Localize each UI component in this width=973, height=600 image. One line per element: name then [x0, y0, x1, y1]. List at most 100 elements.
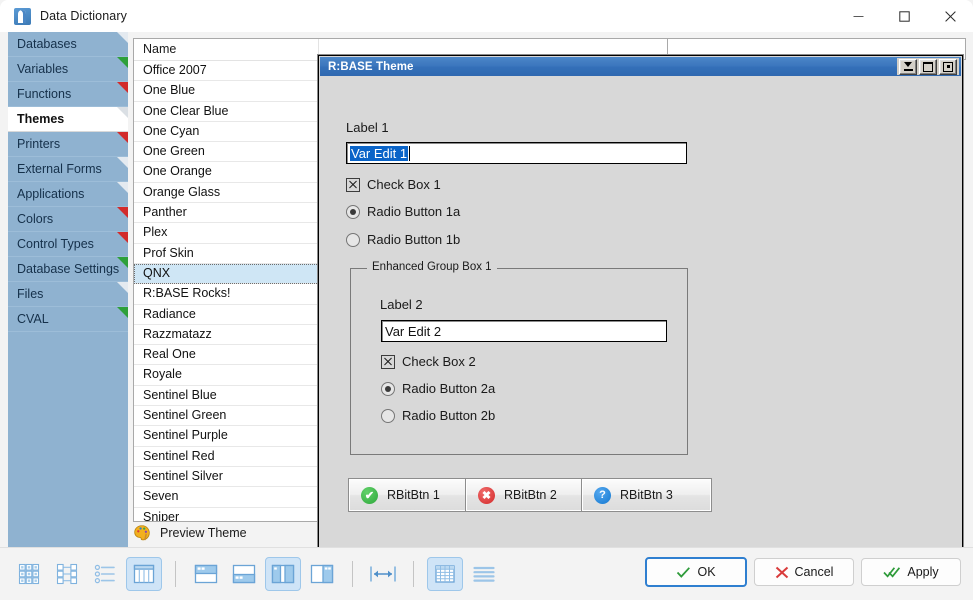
sidebar-item-databases[interactable]: Databases — [8, 32, 128, 57]
maximize-button[interactable] — [881, 0, 927, 32]
status-marker-icon — [117, 107, 128, 118]
sidebar-item-database-settings[interactable]: Database Settings — [8, 257, 128, 282]
sidebar-item-external-forms[interactable]: External Forms — [8, 157, 128, 182]
rbase-theme-dialog: R:BASE Theme Label 1 Var Edit 1 Check Bo… — [318, 55, 963, 550]
toolbar-separator — [352, 561, 353, 587]
sidebar-item-label: Applications — [17, 187, 85, 201]
radio-button-1a[interactable]: Radio Button 1a — [346, 204, 460, 219]
layout-top-panel-icon[interactable] — [189, 558, 223, 590]
sidebar-item-label: Colors — [17, 212, 54, 226]
sidebar-item-functions[interactable]: Functions — [8, 82, 128, 107]
cancel-button-label: Cancel — [794, 565, 834, 579]
cancel-button[interactable]: Cancel — [754, 558, 854, 586]
radio-button-1a-label: Radio Button 1a — [367, 204, 461, 219]
sidebar-item-label: CVAL — [17, 312, 49, 326]
status-marker-icon — [117, 282, 128, 293]
layout-left-panel-icon[interactable] — [265, 557, 301, 591]
window-titlebar: Data Dictionary — [0, 0, 973, 32]
apply-button-label: Apply — [907, 565, 939, 579]
status-marker-icon — [117, 307, 128, 318]
layout-bottom-panel-icon[interactable] — [227, 558, 261, 590]
check-circle-icon: ✔ — [361, 486, 378, 504]
radio-button-2b[interactable]: Radio Button 2b — [381, 408, 495, 423]
cross-circle-icon: ✖ — [478, 486, 495, 504]
dialog-titlebar[interactable]: R:BASE Theme — [320, 57, 961, 76]
status-marker-icon — [117, 32, 128, 43]
dialog-action-buttons: OK Cancel Apply — [645, 557, 961, 587]
status-marker-icon — [117, 182, 128, 193]
text-caret — [409, 145, 411, 161]
sidebar-item-cval[interactable]: CVAL — [8, 307, 128, 332]
layout-right-panel-icon[interactable] — [305, 558, 339, 590]
var-edit-2-value: Var Edit 2 — [385, 323, 442, 339]
rbitbtn-3[interactable]: ? RBitBtn 3 — [581, 478, 712, 512]
view-toolbar — [12, 556, 501, 592]
sidebar-item-label: Functions — [17, 87, 72, 101]
dialog-title: R:BASE Theme — [328, 60, 414, 73]
minimize-button[interactable] — [835, 0, 881, 32]
tree-view-icon[interactable] — [50, 558, 84, 590]
window-title: Data Dictionary — [40, 9, 127, 23]
double-check-icon — [883, 566, 901, 578]
var-edit-1[interactable]: Var Edit 1 — [346, 142, 687, 164]
preview-theme-action[interactable]: Preview Theme — [133, 521, 247, 545]
rbitbtn-2[interactable]: ✖ RBitBtn 2 — [465, 478, 596, 512]
check-icon — [677, 566, 691, 578]
check-box-1[interactable]: Check Box 1 — [346, 177, 441, 192]
status-marker-icon — [117, 57, 128, 68]
minimize-icon[interactable] — [899, 58, 917, 75]
rbitbtn-3-label: RBitBtn 3 — [620, 488, 673, 502]
rbase-logo-icon — [14, 7, 31, 25]
check-box-2[interactable]: Check Box 2 — [381, 354, 476, 369]
radio-icon — [381, 408, 395, 423]
dialog-window-controls — [897, 58, 959, 75]
restore-icon[interactable] — [939, 58, 957, 75]
cross-icon — [775, 566, 788, 578]
check-box-2-label: Check Box 2 — [402, 354, 476, 369]
titlebar-identity: Data Dictionary — [14, 0, 127, 32]
radio-button-1b[interactable]: Radio Button 1b — [346, 232, 460, 247]
dialog-body: Label 1 Var Edit 1 Check Box 1 Radio But… — [320, 76, 961, 548]
ok-button[interactable]: OK — [645, 557, 747, 587]
sidebar-item-control-types[interactable]: Control Types — [8, 232, 128, 257]
sidebar-item-colors[interactable]: Colors — [8, 207, 128, 232]
apply-button[interactable]: Apply — [861, 558, 961, 586]
status-marker-icon — [117, 82, 128, 93]
status-marker-icon — [117, 257, 128, 268]
sidebar-item-label: Database Settings — [17, 262, 120, 276]
sidebar-item-label: External Forms — [17, 162, 102, 176]
sidebar-item-printers[interactable]: Printers — [8, 132, 128, 157]
sidebar-item-files[interactable]: Files — [8, 282, 128, 307]
sidebar-item-label: Control Types — [17, 237, 94, 251]
table-columns-view-icon[interactable] — [126, 557, 162, 591]
sidebar-item-applications[interactable]: Applications — [8, 182, 128, 207]
grid-cards-view-icon[interactable] — [12, 558, 46, 590]
row-lines-icon[interactable] — [467, 558, 501, 590]
radio-button-2a[interactable]: Radio Button 2a — [381, 381, 495, 396]
bullet-list-view-icon[interactable] — [88, 558, 122, 590]
status-marker-icon — [117, 207, 128, 218]
label-1: Label 1 — [346, 120, 389, 135]
question-circle-icon: ? — [594, 486, 611, 504]
radio-icon — [381, 381, 395, 396]
sidebar-item-themes[interactable]: Themes — [8, 107, 128, 132]
rbitbtn-2-label: RBitBtn 2 — [504, 488, 557, 502]
application-window: Data Dictionary Databases Variables Func… — [0, 0, 973, 600]
sidebar-item-variables[interactable]: Variables — [8, 57, 128, 82]
status-marker-icon — [117, 232, 128, 243]
fit-width-icon[interactable] — [366, 558, 400, 590]
check-box-1-label: Check Box 1 — [367, 177, 441, 192]
grid-lines-icon[interactable] — [427, 557, 463, 591]
sidebar-item-label: Printers — [17, 137, 61, 151]
status-marker-icon — [117, 132, 128, 143]
var-edit-1-value: Var Edit 1 — [350, 145, 409, 161]
sidebar-item-label: Themes — [17, 112, 65, 126]
toolbar-separator — [413, 561, 414, 587]
ok-button-label: OK — [697, 565, 716, 579]
var-edit-2[interactable]: Var Edit 2 — [381, 320, 667, 342]
radio-icon — [346, 232, 360, 247]
rbitbtn-1[interactable]: ✔ RBitBtn 1 — [348, 478, 479, 512]
maximize-icon[interactable] — [919, 58, 937, 75]
close-button[interactable] — [927, 0, 973, 32]
radio-button-2a-label: Radio Button 2a — [402, 381, 496, 396]
